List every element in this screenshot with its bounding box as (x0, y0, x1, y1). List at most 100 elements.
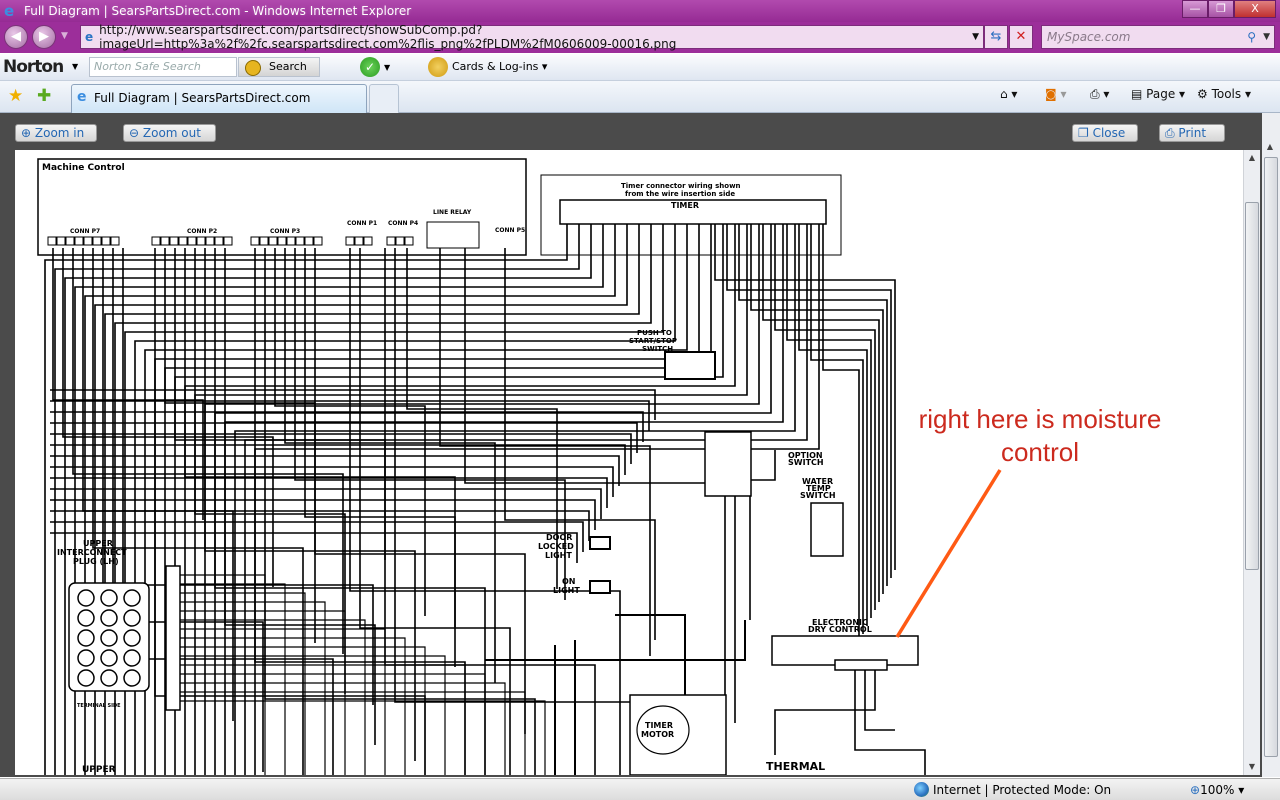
upper-plug-label-1: UPPER (83, 539, 113, 548)
page-scrollbar[interactable]: ▲ (1262, 113, 1280, 777)
norton-search-input[interactable]: Norton Safe Search (89, 57, 237, 77)
wire (864, 670, 895, 731)
scroll-down-icon[interactable]: ▼ (1244, 759, 1260, 775)
search-dropdown-icon[interactable]: ▼ (1263, 26, 1270, 48)
zoom-in-label: Zoom in (34, 126, 85, 140)
connector-pin (395, 236, 405, 246)
forward-button[interactable]: ▶ (32, 25, 56, 49)
search-placeholder: MySpace.com (1047, 30, 1131, 44)
line-relay-box (426, 221, 480, 249)
favorites-star-icon[interactable]: ★ (8, 86, 23, 106)
wire (714, 224, 896, 570)
connector-pin (151, 236, 161, 246)
scroll-up-icon[interactable]: ▲ (1244, 150, 1260, 166)
print-button[interactable]: ⎙ Print (1159, 124, 1225, 142)
safe-web-check-icon[interactable]: ✓ (360, 57, 380, 77)
plug-terminal (100, 649, 118, 667)
page-menu[interactable]: ▤ Page ▾ (1131, 87, 1185, 101)
norton-search-button[interactable]: Search (238, 57, 320, 77)
timer-note-2: from the wire insertion side (625, 190, 735, 198)
timer-label: TIMER (671, 201, 699, 210)
add-favorites-icon[interactable]: ✚ (37, 86, 51, 106)
close-label: Close (1092, 126, 1126, 140)
diagram-scrollbar[interactable]: ▲ ▼ (1243, 150, 1260, 775)
door-locked-label-2: LOCKED (538, 542, 574, 551)
plug-terminal (100, 589, 118, 607)
connector-pin (386, 236, 396, 246)
diagram-scroll-thumb[interactable] (1245, 202, 1259, 570)
connector-pin (187, 236, 197, 246)
wire (180, 628, 386, 775)
connector-pin (196, 236, 206, 246)
new-tab-button[interactable] (369, 84, 399, 113)
water-temp-label-3: SWITCH (800, 491, 836, 500)
home-icon[interactable]: ⌂ ▾ (1000, 87, 1017, 101)
plug-terminal (77, 669, 95, 687)
wire (204, 248, 416, 761)
address-dropdown-icon[interactable]: ▼ (972, 32, 979, 42)
zoom-in-button[interactable]: ⊕ Zoom in (15, 124, 97, 142)
minimize-button[interactable]: — (1182, 0, 1208, 18)
page-scroll-up-icon[interactable]: ▲ (1262, 139, 1278, 155)
zoom-level[interactable]: ⊕100% ▾ (1190, 783, 1244, 797)
maximize-button[interactable]: ❐ (1208, 0, 1234, 18)
zoom-value: 100% (1200, 783, 1235, 797)
back-button[interactable]: ◀ (4, 25, 28, 49)
security-zone[interactable]: Internet | Protected Mode: On (933, 783, 1111, 797)
timer-motor-label-2: MOTOR (641, 730, 674, 739)
print-icon[interactable]: ⎙ ▾ (1090, 87, 1109, 102)
feeds-icon[interactable]: ◙ ▾ (1045, 87, 1067, 101)
connector-pin (56, 236, 66, 246)
thermal-label: THERMAL (766, 760, 825, 773)
connector-pin (250, 236, 260, 246)
wire (314, 248, 526, 734)
plug-terminal (100, 609, 118, 627)
connector-pin (295, 236, 305, 246)
wire (194, 248, 346, 694)
search-icon[interactable]: ⚲ (1247, 26, 1256, 48)
tools-menu-label: Tools (1211, 87, 1242, 101)
cards-label: Cards & Log-ins (452, 60, 539, 73)
norton-dropdown-icon[interactable]: ▼ (72, 62, 78, 71)
conn-p3-label: CONN P3 (270, 228, 300, 235)
history-dropdown-icon[interactable]: ▼ (61, 31, 68, 41)
norton-logo[interactable]: Norton (3, 57, 64, 77)
upper-plug-label-2: INTERCONNECT (57, 548, 127, 557)
option-switch-box (704, 431, 752, 497)
connector-pin (277, 236, 287, 246)
push-to-start-switch (664, 351, 716, 380)
connector-pin (286, 236, 296, 246)
zoom-out-button[interactable]: ⊖ Zoom out (123, 124, 216, 142)
page-scroll-thumb[interactable] (1264, 157, 1278, 757)
plug-terminal (123, 589, 141, 607)
close-window-button[interactable]: X (1234, 0, 1276, 18)
connector-pin (92, 236, 102, 246)
safe-web-dropdown-icon[interactable]: ▼ (384, 63, 390, 72)
plug-terminal (123, 649, 141, 667)
wire (180, 691, 526, 775)
conn-p5-label: CONN P5 (495, 227, 525, 234)
tools-menu[interactable]: ⚙ Tools ▾ (1197, 87, 1251, 101)
plug-terminal (77, 609, 95, 627)
connector-pin (178, 236, 188, 246)
conn-p2-label: CONN P2 (187, 228, 217, 235)
connector-pin (110, 236, 120, 246)
connector-pin (404, 236, 414, 246)
tab-full-diagram[interactable]: Full Diagram | SearsPartsDirect.com (71, 84, 367, 113)
plug-terminal (100, 629, 118, 647)
cards-logins-menu[interactable]: Cards & Log-ins ▾ (452, 60, 547, 73)
plug-pin-strip (165, 565, 181, 711)
connector-pin (345, 236, 355, 246)
close-button[interactable]: ❐ Close (1072, 124, 1138, 142)
page-icon: e (85, 30, 94, 44)
connector-pin (74, 236, 84, 246)
conn-p4-label: CONN P4 (388, 220, 418, 227)
on-light (589, 580, 611, 594)
connector-pin (65, 236, 75, 246)
search-input[interactable]: MySpace.com ⚲ ▼ (1041, 25, 1275, 49)
address-bar[interactable]: e http://www.searspartsdirect.com/partsd… (80, 23, 984, 51)
refresh-button[interactable]: ⇆ (984, 25, 1008, 49)
stop-button[interactable]: ✕ (1009, 25, 1033, 49)
line-relay-label: LINE RELAY (433, 209, 472, 216)
connector-pin (205, 236, 215, 246)
